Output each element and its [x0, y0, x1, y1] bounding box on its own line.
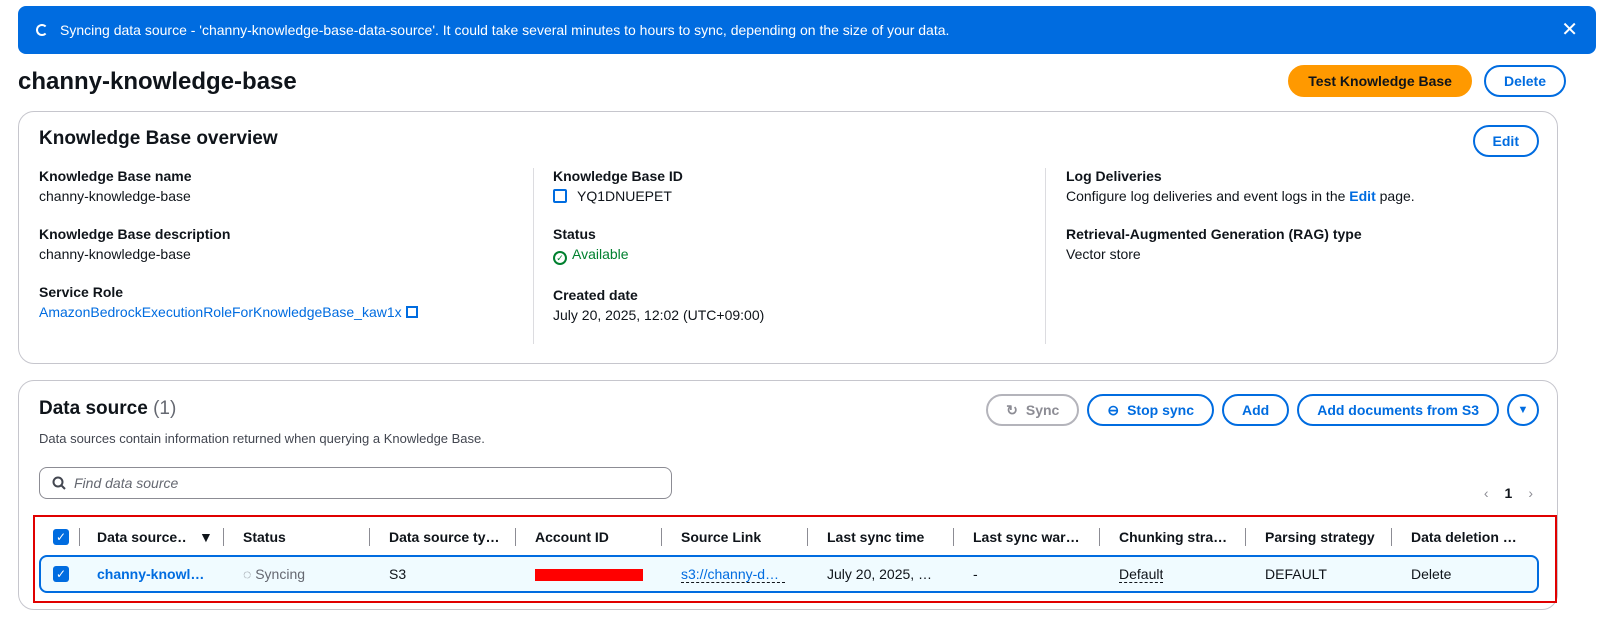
- column-header[interactable]: Chunking stra…: [1119, 529, 1229, 545]
- row-data-deletion: Delete: [1411, 566, 1452, 582]
- column-separator: [223, 528, 224, 546]
- row-chunking-strategy[interactable]: Default: [1119, 566, 1164, 583]
- table-row[interactable]: ✓ channy-knowl… ◌ Syncing S3 s3://channy…: [39, 555, 1539, 593]
- sync-notification-banner: Syncing data source - 'channy-knowledge-…: [18, 6, 1596, 54]
- column-header[interactable]: Data source…: [97, 529, 187, 545]
- banner-message: Syncing data source - 'channy-knowledge-…: [60, 22, 950, 38]
- column-header[interactable]: Account ID: [535, 529, 609, 545]
- column-separator: [807, 528, 808, 546]
- column-header[interactable]: Last sync time: [827, 529, 924, 545]
- sort-descending-icon[interactable]: ▼: [199, 529, 213, 545]
- column-separator: [661, 528, 662, 546]
- overview-column-3: Log Deliveries Configure log deliveries …: [1066, 168, 1415, 284]
- row-last-sync-warnings: -: [973, 566, 978, 582]
- service-role-link[interactable]: AmazonBedrockExecutionRoleForKnowledgeBa…: [39, 304, 402, 320]
- kb-id-label: Knowledge Base ID: [553, 168, 683, 184]
- overview-column-2: Knowledge Base ID YQ1DNUEPET Status ✓ Ava…: [553, 168, 764, 345]
- select-all-checkbox[interactable]: ✓: [53, 529, 69, 545]
- column-separator: [1245, 528, 1246, 546]
- search-input[interactable]: [74, 475, 634, 491]
- column-divider: [533, 168, 534, 344]
- column-separator: [79, 528, 80, 546]
- column-separator: [369, 528, 370, 546]
- add-documents-from-s3-button[interactable]: Add documents from S3: [1297, 394, 1499, 426]
- close-icon[interactable]: ✕: [1561, 20, 1578, 40]
- redacted-account-id: [535, 569, 643, 581]
- caret-down-icon: ▼: [1517, 404, 1529, 416]
- column-separator: [953, 528, 954, 546]
- knowledge-base-overview-card: Knowledge Base overview Edit Knowledge B…: [18, 111, 1558, 364]
- column-header[interactable]: Status: [243, 529, 286, 545]
- check-circle-icon: ✓: [553, 251, 567, 265]
- log-deliveries-text-pre: Configure log deliveries and event logs …: [1066, 188, 1350, 204]
- source-link[interactable]: s3://channy-d…: [681, 566, 785, 583]
- find-data-source-search: [39, 467, 672, 499]
- service-role-label: Service Role: [39, 284, 124, 300]
- add-data-source-button[interactable]: Add: [1221, 394, 1290, 426]
- row-parsing-strategy: DEFAULT: [1265, 566, 1327, 582]
- column-header[interactable]: Data deletion …: [1411, 529, 1521, 545]
- sync-button[interactable]: ↻ Sync: [986, 394, 1080, 426]
- row-checkbox[interactable]: ✓: [53, 566, 69, 582]
- created-date-value: July 20, 2025, 12:02 (UTC+09:00): [553, 307, 765, 323]
- kb-id-value: YQ1DNUEPET: [577, 188, 672, 204]
- row-last-sync-time: July 20, 2025, …: [827, 566, 933, 582]
- pagination: ‹ 1 ›: [1484, 485, 1533, 501]
- data-source-title: Data source (1): [39, 398, 177, 419]
- data-source-table: ✓ Data source… ▼ Status Data source ty… …: [33, 515, 1557, 603]
- column-separator: [1099, 528, 1100, 546]
- rag-type-label: Retrieval-Augmented Generation (RAG) typ…: [1066, 226, 1362, 242]
- column-header[interactable]: Parsing strategy: [1265, 529, 1375, 545]
- row-status: ◌ Syncing: [243, 566, 306, 582]
- kb-name-label: Knowledge Base name: [39, 168, 192, 184]
- page-title: channy-knowledge-base: [18, 68, 297, 95]
- kb-description-label: Knowledge Base description: [39, 226, 231, 242]
- edit-overview-button[interactable]: Edit: [1472, 125, 1539, 157]
- rag-type-value: Vector store: [1066, 246, 1141, 262]
- log-deliveries-label: Log Deliveries: [1066, 168, 1162, 184]
- external-link-icon: [405, 306, 418, 318]
- minus-circle-icon: ⊖: [1107, 401, 1120, 418]
- delete-button[interactable]: Delete: [1483, 65, 1566, 97]
- header-actions: Test Knowledge Base Delete: [1288, 65, 1566, 97]
- overview-column-1: Knowledge Base name channy-knowledge-bas…: [39, 168, 418, 342]
- log-deliveries-text-post: page.: [1375, 188, 1415, 204]
- kb-name-value: channy-knowledge-base: [39, 188, 191, 204]
- page-number[interactable]: 1: [1505, 485, 1513, 501]
- overview-title: Knowledge Base overview: [39, 128, 278, 149]
- column-header[interactable]: Data source ty…: [389, 529, 499, 545]
- data-source-actions: ↻ Sync ⊖ Stop sync Add Add documents from …: [986, 394, 1539, 426]
- status-label: Status: [553, 226, 596, 242]
- column-header[interactable]: Source Link: [681, 529, 761, 545]
- column-header[interactable]: Last sync war…: [973, 529, 1083, 545]
- loading-spinner-icon: [36, 24, 48, 36]
- created-date-label: Created date: [553, 287, 638, 303]
- copy-icon[interactable]: [553, 189, 567, 203]
- more-actions-dropdown[interactable]: ▼: [1507, 394, 1539, 426]
- column-separator: [515, 528, 516, 546]
- column-separator: [1391, 528, 1392, 546]
- row-type: S3: [389, 566, 407, 582]
- table-header: ✓ Data source… ▼ Status Data source ty… …: [39, 525, 1539, 549]
- kb-description-value: channy-knowledge-base: [39, 246, 191, 262]
- refresh-icon: ↻: [1006, 401, 1018, 418]
- syncing-spinner-icon: ◌: [243, 566, 252, 582]
- data-source-description: Data sources contain information returne…: [39, 431, 485, 446]
- stop-sync-button[interactable]: ⊖ Stop sync: [1087, 394, 1214, 426]
- prev-page-icon[interactable]: ‹: [1484, 485, 1489, 501]
- test-knowledge-base-button[interactable]: Test Knowledge Base: [1288, 65, 1472, 97]
- search-icon: [52, 476, 66, 490]
- data-source-count: (1): [153, 398, 177, 419]
- data-source-name-link[interactable]: channy-knowl…: [97, 566, 217, 582]
- data-source-card: Data source (1) Data sources contain inf…: [18, 380, 1558, 610]
- status-value: Available: [572, 246, 629, 262]
- next-page-icon[interactable]: ›: [1528, 485, 1533, 501]
- log-edit-link[interactable]: Edit: [1349, 188, 1375, 204]
- column-divider: [1045, 168, 1046, 344]
